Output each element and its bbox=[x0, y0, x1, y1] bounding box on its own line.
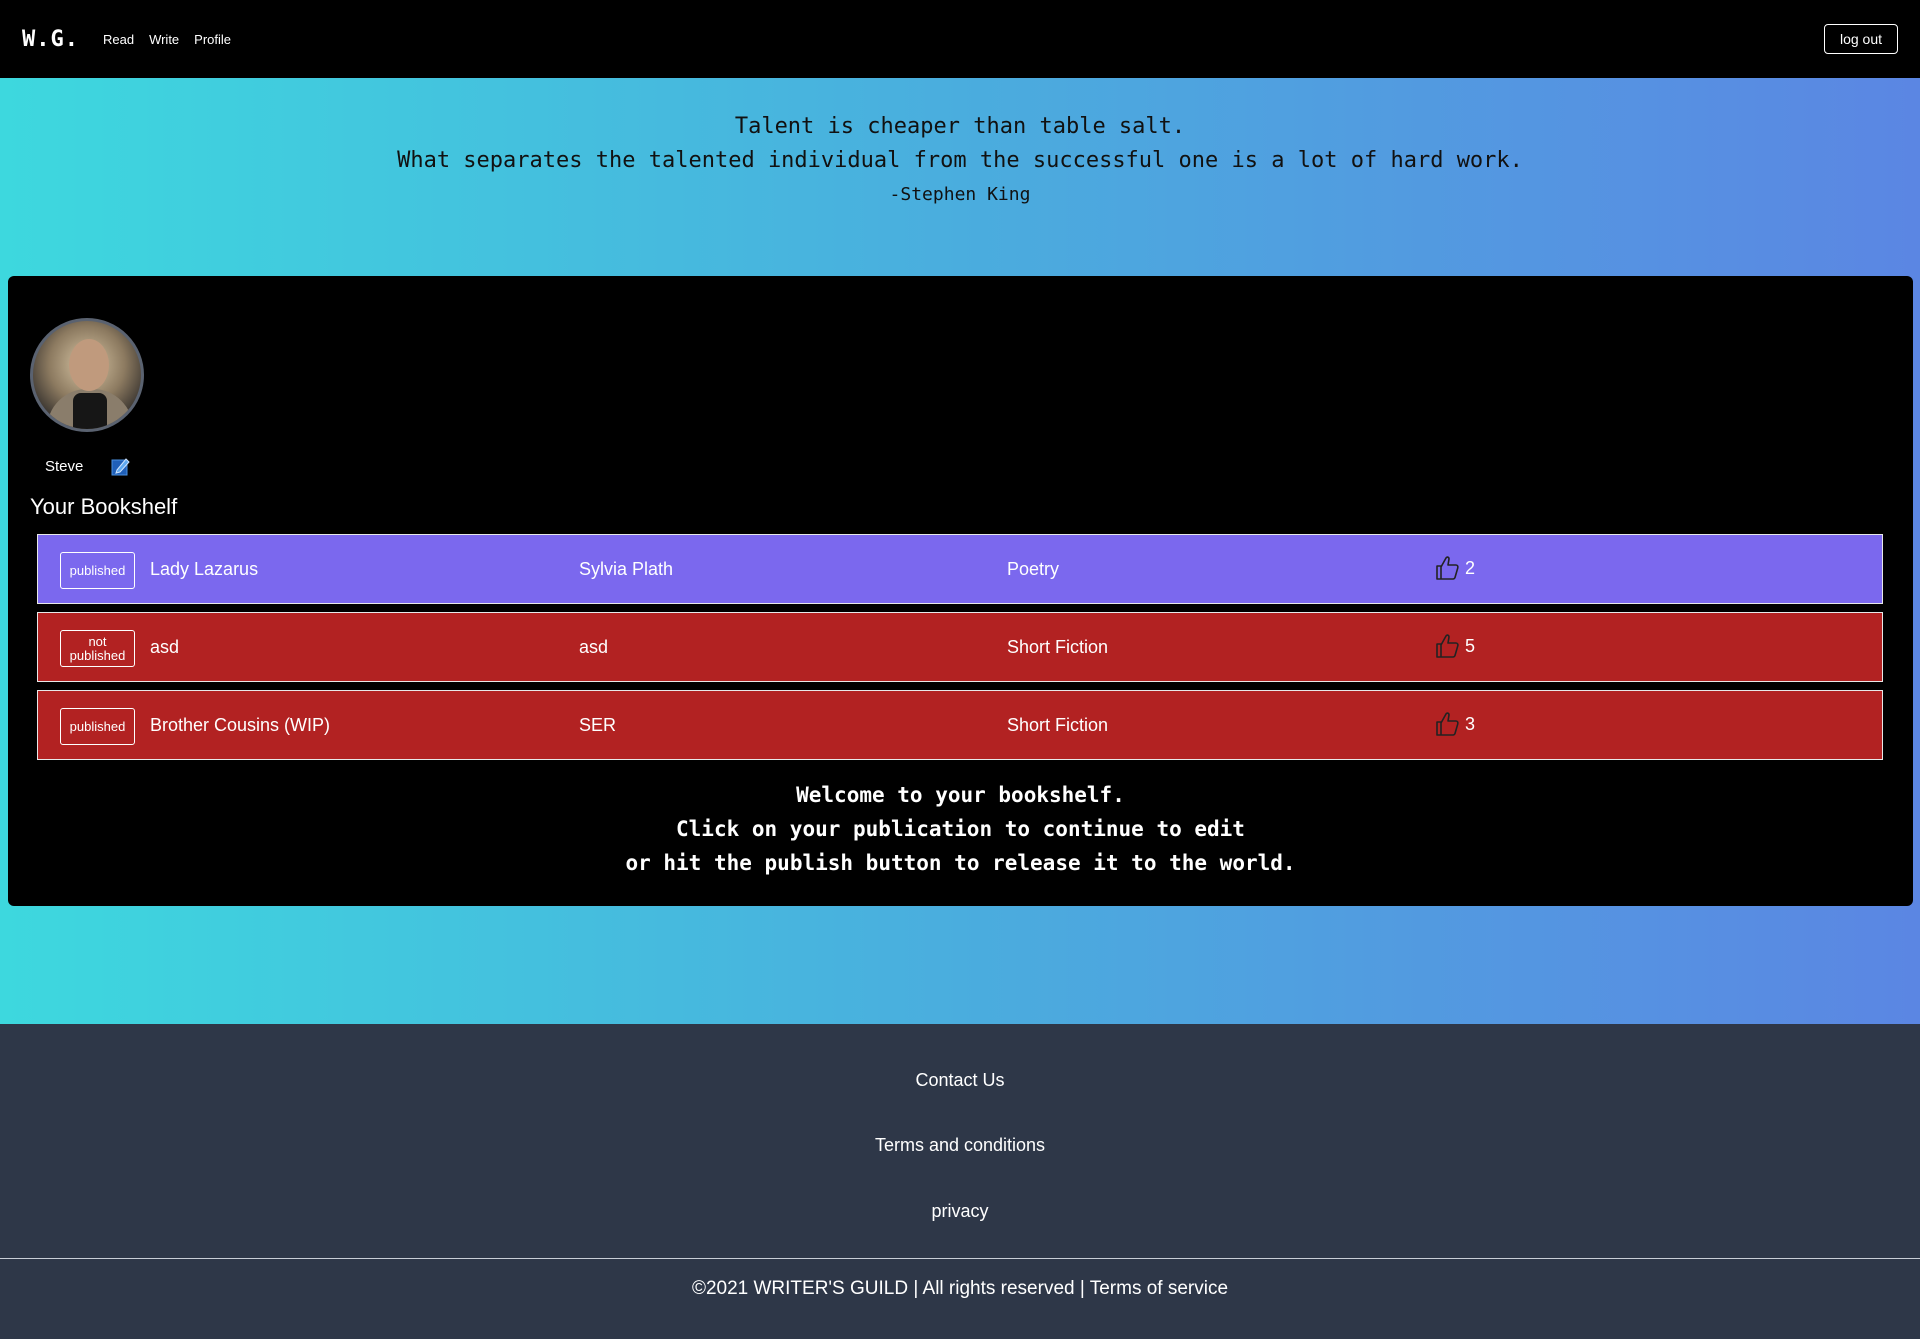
book-title: asd bbox=[150, 637, 180, 657]
welcome-line-2: Click on your publication to continue to… bbox=[676, 817, 1245, 841]
book-genre: Short Fiction bbox=[1007, 715, 1109, 735]
like-button[interactable]: 2 bbox=[1435, 555, 1475, 581]
like-button[interactable]: 3 bbox=[1435, 711, 1475, 737]
welcome-line-1: Welcome to your bookshelf. bbox=[796, 783, 1125, 807]
top-navbar: W.G. Read Write Profile log out bbox=[0, 0, 1920, 78]
like-count: 3 bbox=[1465, 713, 1476, 734]
footer: Contact Us Terms and conditions privacy … bbox=[0, 1024, 1920, 1339]
book-author: Sylvia Plath bbox=[579, 559, 674, 579]
publish-status-button[interactable]: not published bbox=[60, 630, 135, 667]
like-button[interactable]: 5 bbox=[1435, 633, 1475, 659]
bookshelf-list: published Lady Lazarus Sylvia Plath Poet… bbox=[37, 534, 1883, 768]
bookshelf-panel: Steve Your Bookshelf published Lady Laza… bbox=[8, 276, 1913, 906]
copyright-text: ©2021 WRITER'S GUILD | All rights reserv… bbox=[691, 1278, 1229, 1299]
nav-link-read[interactable]: Read bbox=[103, 32, 134, 47]
edit-icon[interactable] bbox=[111, 456, 131, 476]
footer-link-terms[interactable]: Terms and conditions bbox=[0, 1135, 1920, 1156]
quote-block: Talent is cheaper than table salt. What … bbox=[0, 110, 1920, 210]
username: Steve bbox=[45, 458, 84, 475]
avatar-head bbox=[69, 339, 109, 391]
book-author: SER bbox=[579, 715, 617, 735]
like-count: 2 bbox=[1465, 557, 1476, 578]
main-gradient-area: Talent is cheaper than table salt. What … bbox=[0, 78, 1920, 1024]
book-genre: Poetry bbox=[1007, 559, 1060, 579]
brand-logo[interactable]: W.G. bbox=[22, 27, 79, 52]
book-title: Brother Cousins (WIP) bbox=[150, 715, 331, 735]
publish-status-button[interactable]: published bbox=[60, 708, 135, 745]
avatar bbox=[30, 318, 144, 432]
nav-link-write[interactable]: Write bbox=[149, 32, 179, 47]
footer-link-contact[interactable]: Contact Us bbox=[0, 1070, 1920, 1091]
logout-button[interactable]: log out bbox=[1824, 24, 1898, 54]
bookshelf-title: Your Bookshelf bbox=[30, 494, 178, 519]
quote-line-1: Talent is cheaper than table salt. bbox=[734, 114, 1186, 139]
bookshelf-row[interactable]: not published asd asd Short Fiction 5 bbox=[37, 612, 1883, 682]
quote-author: -Stephen King bbox=[889, 184, 1031, 205]
welcome-line-3: or hit the publish button to release it … bbox=[625, 851, 1296, 875]
publish-status-button[interactable]: published bbox=[60, 552, 135, 589]
footer-divider bbox=[0, 1258, 1920, 1259]
footer-link-privacy[interactable]: privacy bbox=[0, 1201, 1920, 1222]
thumbs-up-icon bbox=[1436, 634, 1459, 658]
nav-link-profile[interactable]: Profile bbox=[194, 32, 231, 47]
quote-line-2: What separates the talented individual f… bbox=[397, 148, 1523, 173]
welcome-message: Welcome to your bookshelf. Click on your… bbox=[8, 778, 1913, 880]
book-author: asd bbox=[579, 637, 609, 657]
thumbs-up-icon bbox=[1436, 556, 1459, 580]
bookshelf-row[interactable]: published Lady Lazarus Sylvia Plath Poet… bbox=[37, 534, 1883, 604]
avatar-shirt bbox=[73, 393, 107, 429]
book-title: Lady Lazarus bbox=[150, 559, 259, 579]
thumbs-up-icon bbox=[1436, 712, 1459, 736]
book-genre: Short Fiction bbox=[1007, 637, 1109, 657]
like-count: 5 bbox=[1465, 635, 1476, 656]
bookshelf-row[interactable]: published Brother Cousins (WIP) SER Shor… bbox=[37, 690, 1883, 760]
